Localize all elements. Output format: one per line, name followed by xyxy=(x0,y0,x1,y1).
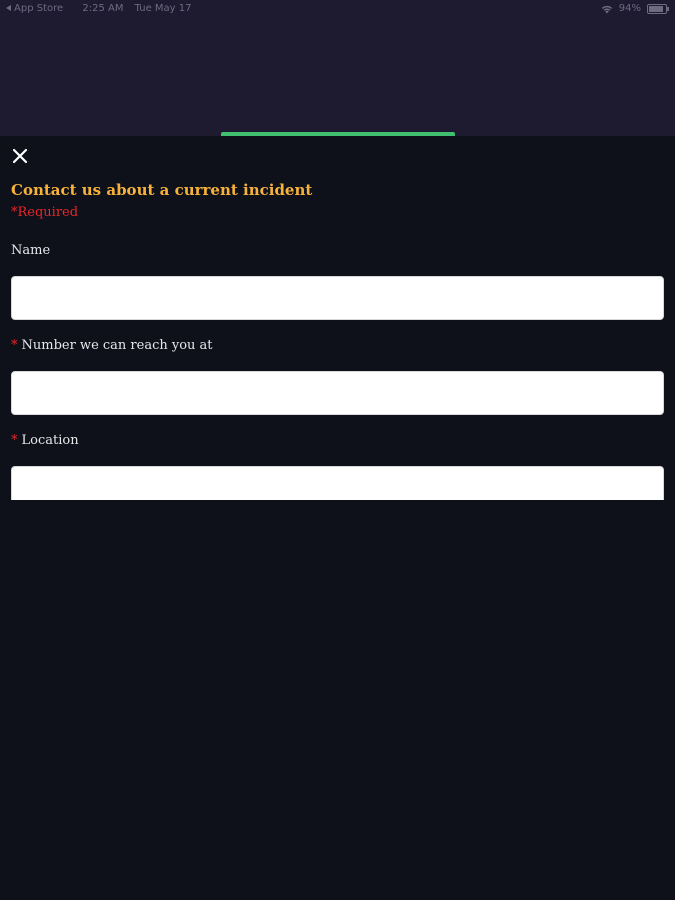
location-label: * Location xyxy=(11,433,79,448)
required-note: *Required xyxy=(11,205,79,220)
phone-input[interactable] xyxy=(11,371,664,415)
contact-form-sheet: Contact us about a current incident *Req… xyxy=(0,136,675,900)
back-app-label: App Store xyxy=(14,3,64,14)
form-title: Contact us about a current incident xyxy=(11,181,313,199)
status-time: 2:25 AM xyxy=(82,3,124,14)
back-to-app-link[interactable]: App Store xyxy=(6,3,71,14)
status-date: Tue May 17 xyxy=(134,3,192,14)
status-bar: App Store 2:25 AM Tue May 17 94% xyxy=(0,0,675,18)
name-input[interactable] xyxy=(11,276,664,320)
name-label-text: Name xyxy=(11,243,51,258)
app-screen: App Store 2:25 AM Tue May 17 94% Contact… xyxy=(0,0,675,900)
back-arrow-icon xyxy=(6,5,11,11)
status-right: 94% xyxy=(601,0,669,18)
battery-icon xyxy=(647,4,669,14)
phone-label: * Number we can reach you at xyxy=(11,338,213,353)
battery-percent: 94% xyxy=(618,3,641,14)
name-label: Name xyxy=(11,243,50,258)
location-input-clip xyxy=(11,466,664,500)
required-star: * xyxy=(11,433,18,448)
required-star: * xyxy=(11,338,18,353)
status-left: App Store 2:25 AM Tue May 17 xyxy=(6,0,199,18)
close-button[interactable] xyxy=(8,144,32,168)
location-input[interactable] xyxy=(11,466,664,500)
location-label-text: Location xyxy=(21,433,79,448)
wifi-icon xyxy=(601,5,612,13)
backdrop-area[interactable] xyxy=(0,0,675,136)
phone-label-text: Number we can reach you at xyxy=(21,338,213,353)
close-icon xyxy=(12,148,28,164)
